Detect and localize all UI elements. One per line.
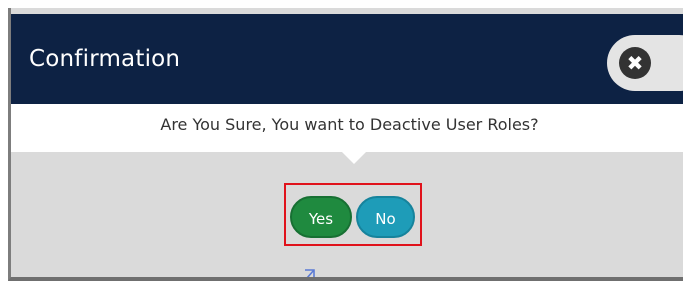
message-band: Are You Sure, You want to Deactive User … xyxy=(11,104,683,152)
dialog-title: Confirmation xyxy=(29,46,181,72)
close-icon[interactable]: ✖ xyxy=(619,47,651,79)
yes-button[interactable]: Yes xyxy=(290,196,352,238)
close-button-container: ✖ xyxy=(607,35,683,91)
dialog-header: Confirmation ✖ xyxy=(11,14,683,104)
no-button[interactable]: No xyxy=(356,196,415,238)
confirmation-dialog: Confirmation ✖ Are You Sure, You want to… xyxy=(8,8,683,281)
message-pointer-arrow xyxy=(341,151,367,164)
mouse-pointer-icon xyxy=(305,269,315,277)
screenshot-frame: Confirmation ✖ Are You Sure, You want to… xyxy=(0,0,683,289)
confirmation-message: Are You Sure, You want to Deactive User … xyxy=(160,115,539,134)
